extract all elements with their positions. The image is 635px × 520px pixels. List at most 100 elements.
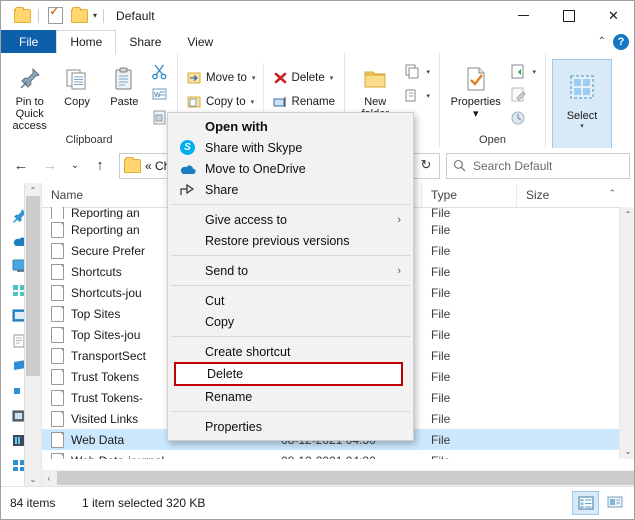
file-size <box>517 408 597 429</box>
refresh-button[interactable]: ↻ <box>413 153 438 176</box>
easy-access-caret-icon[interactable]: ▾ <box>426 92 430 100</box>
nav-scroll-down-icon[interactable]: ⌄ <box>25 472 41 486</box>
recent-locations-button[interactable]: ⌄ <box>65 153 85 179</box>
ribbon-group-clipboard: Pin to Quick access Copy Paste W Clipboa… <box>1 53 178 148</box>
maximize-button[interactable] <box>546 1 591 30</box>
nav-pane-scrollbar[interactable]: ⌃ ⌄ <box>24 183 41 486</box>
file-type: File <box>431 285 451 300</box>
copy-to-button[interactable]: Copy to ▾ <box>183 90 263 113</box>
new-item-icon <box>405 64 419 78</box>
details-view-icon[interactable] <box>572 491 599 515</box>
column-header-size[interactable]: Size <box>517 183 597 207</box>
submenu-arrow-icon: › <box>397 213 401 226</box>
context-item-label: Rename <box>205 389 253 404</box>
file-size <box>517 450 597 459</box>
move-to-button[interactable]: Move to ▾ <box>183 66 263 89</box>
select-button[interactable]: Select ▾ <box>552 59 612 150</box>
up-button[interactable]: ↑ <box>86 153 114 179</box>
new-item-button[interactable]: ▾ <box>400 60 434 83</box>
navigation-pane: ⌃ ⌄ <box>1 183 42 486</box>
cut-icon[interactable] <box>148 60 172 82</box>
move-to-caret-icon[interactable]: ▾ <box>252 74 256 82</box>
context-menu-item-move-to-onedrive[interactable]: Move to OneDrive <box>168 158 413 179</box>
context-menu-item-rename[interactable]: Rename <box>168 386 413 407</box>
tab-file[interactable]: File <box>1 30 57 53</box>
delete-button[interactable]: Delete ▾ <box>269 66 339 89</box>
properties-icon <box>463 62 489 96</box>
file-icon <box>51 284 64 301</box>
context-menu-item-send-to[interactable]: Send to › <box>168 260 413 281</box>
tab-home[interactable]: Home <box>56 30 117 54</box>
column-header-type[interactable]: Type <box>422 183 517 207</box>
view-mode-buttons <box>572 491 627 515</box>
file-type: File <box>422 450 517 460</box>
large-icons-view-icon[interactable] <box>602 491 627 513</box>
open-caret-icon[interactable]: ▾ <box>532 68 536 76</box>
forward-button[interactable]: → <box>36 153 64 179</box>
context-menu-separator <box>171 336 410 337</box>
chevron-up-icon[interactable]: ⌃ <box>598 36 606 47</box>
explorer-folder-icon[interactable] <box>10 4 34 28</box>
properties-caret-icon[interactable]: ▾ <box>473 108 479 120</box>
file-icon <box>51 207 64 219</box>
file-list-vertical-scrollbar[interactable]: ⌃ ⌄ <box>619 207 634 459</box>
file-icon <box>51 368 64 385</box>
file-list-horizontal-scrollbar[interactable]: ‹ <box>42 470 634 486</box>
context-item-label: Copy <box>205 314 235 329</box>
context-menu-item-copy[interactable]: Copy <box>168 311 413 332</box>
h-scroll-thumb[interactable] <box>57 471 634 485</box>
file-type: File <box>431 327 451 342</box>
open-button[interactable]: ▾ <box>506 60 540 83</box>
paste-label: Paste <box>110 96 139 108</box>
context-menu-item-delete[interactable]: Delete <box>174 362 403 386</box>
rename-label: Rename <box>291 95 335 108</box>
file-size <box>517 261 597 282</box>
edit-icon[interactable] <box>506 84 530 106</box>
file-name: Web Data-journal <box>71 454 164 460</box>
tab-share[interactable]: Share <box>116 30 174 53</box>
context-menu-item-restore-previous-versions[interactable]: Restore previous versions <box>168 230 413 251</box>
new-folder-label: New <box>364 96 387 108</box>
file-icon <box>51 326 64 343</box>
nav-scroll-thumb[interactable] <box>26 196 40 376</box>
context-menu-item-properties[interactable]: Properties <box>168 416 413 437</box>
minimize-button[interactable] <box>501 1 546 30</box>
new-item-caret-icon[interactable]: ▾ <box>426 68 430 76</box>
file-name: Secure Prefer <box>71 243 146 258</box>
table-row[interactable]: Web Data-journal 08-12-2021 04:30 File <box>42 450 634 460</box>
context-menu-item-give-access-to[interactable]: Give access to › <box>168 209 413 230</box>
close-button[interactable]: ✕ <box>591 1 634 30</box>
context-item-label: Give access to <box>205 212 287 227</box>
back-button[interactable]: ← <box>7 153 35 179</box>
context-menu-item-open-with[interactable]: Open with <box>168 116 413 137</box>
easy-access-button[interactable]: ▾ <box>400 84 434 107</box>
copy-to-caret-icon[interactable]: ▾ <box>251 98 255 106</box>
context-menu-item-create-shortcut[interactable]: Create shortcut <box>168 341 413 362</box>
select-label: Select <box>566 110 598 122</box>
tab-view[interactable]: View <box>174 30 226 53</box>
file-scroll-down-icon[interactable]: ⌄ <box>620 444 634 459</box>
nav-scroll-up-icon[interactable]: ⌃ <box>25 183 41 197</box>
delete-x-icon <box>274 72 286 83</box>
properties-icon[interactable] <box>43 4 67 28</box>
help-icon[interactable]: ? <box>613 33 629 50</box>
select-caret-icon[interactable]: ▾ <box>580 122 584 130</box>
h-scroll-left-icon[interactable]: ‹ <box>42 474 56 483</box>
rename-button[interactable]: Rename <box>269 90 339 113</box>
context-menu-item-cut[interactable]: Cut <box>168 290 413 311</box>
properties-label: Properties <box>450 96 501 108</box>
rename-icon <box>273 96 286 107</box>
search-input[interactable]: Search Default <box>473 159 552 173</box>
history-icon[interactable] <box>506 107 530 129</box>
search-box[interactable]: Search Default <box>446 152 630 179</box>
new-folder-icon[interactable] <box>67 4 91 28</box>
file-scroll-up-icon[interactable]: ⌃ <box>620 207 634 222</box>
delete-caret-icon[interactable]: ▾ <box>330 74 334 82</box>
delete-label: Delete <box>291 71 325 84</box>
context-menu-item-share[interactable]: Share <box>168 179 413 200</box>
file-type: File <box>431 306 451 321</box>
file-type: File <box>431 264 451 279</box>
context-menu-item-share-with-skype[interactable]: S Share with Skype <box>168 137 413 158</box>
copy-path-icon[interactable]: W <box>148 83 172 105</box>
customize-qat-caret-icon[interactable]: ▾ <box>91 11 99 20</box>
